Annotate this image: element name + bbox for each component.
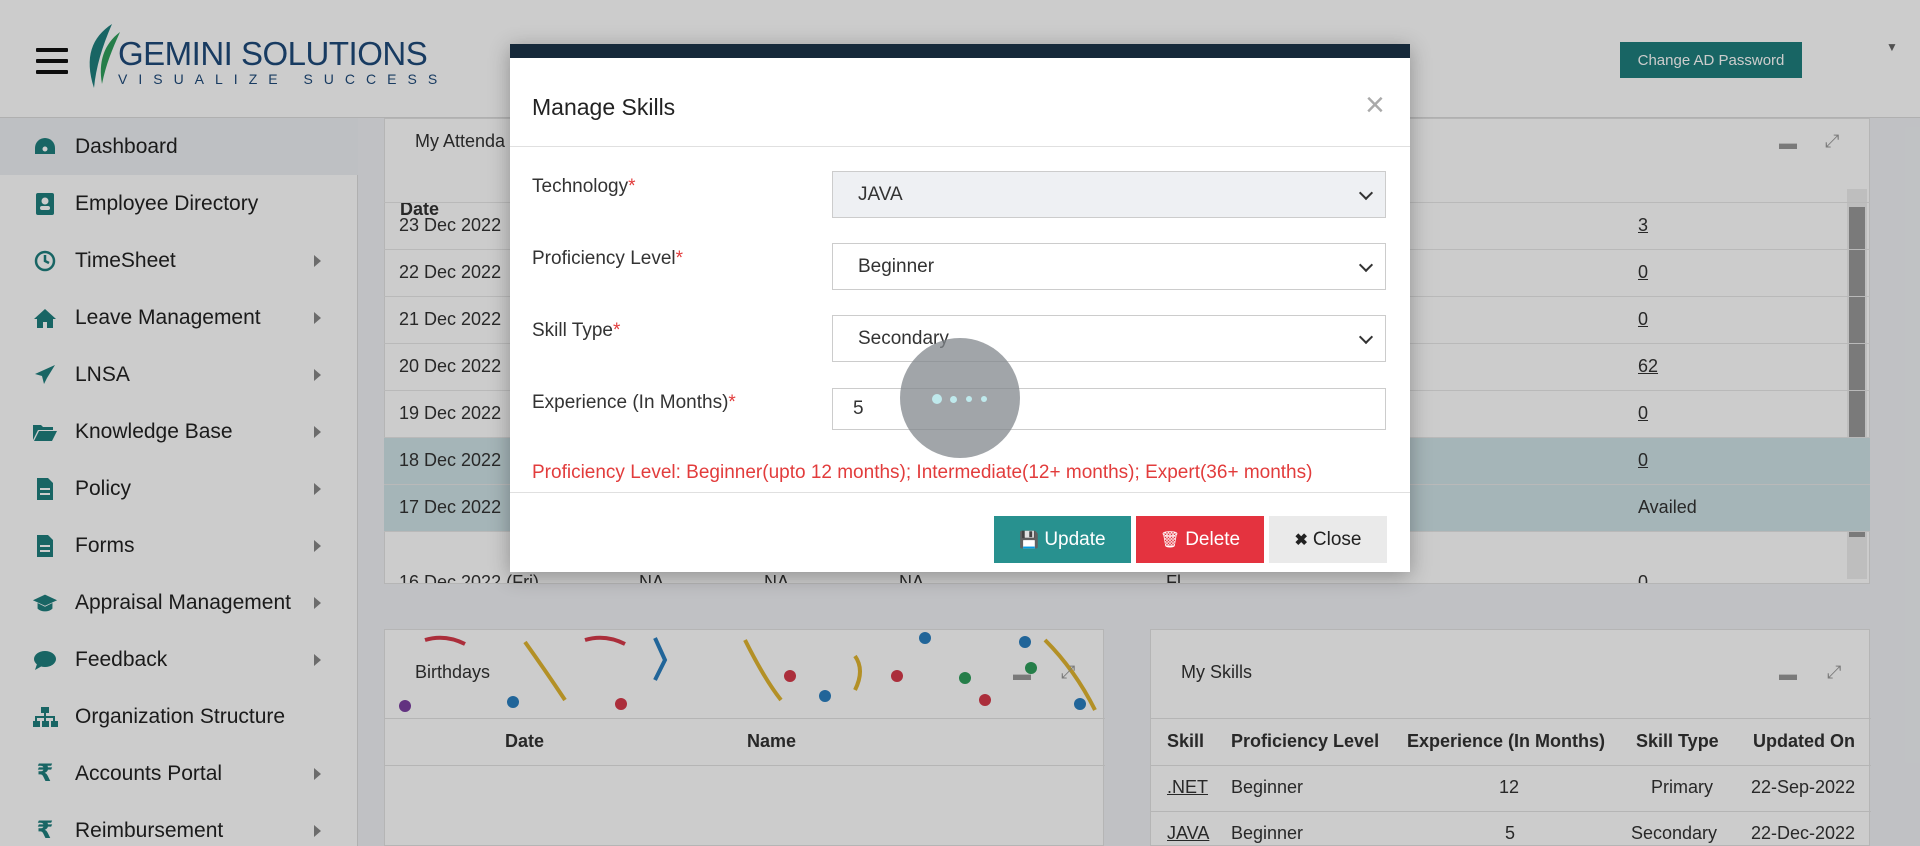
proficiency-level-label: Proficiency Level* xyxy=(532,248,684,269)
delete-button[interactable]: 🗑 Delete xyxy=(1136,516,1264,563)
chevron-down-icon xyxy=(1358,185,1374,201)
close-icon: ✖ xyxy=(1294,531,1308,549)
modal-title: Manage Skills xyxy=(532,94,676,120)
experience-label: Experience (In Months)* xyxy=(532,392,736,413)
skill-type-label: Skill Type* xyxy=(532,320,621,341)
update-button[interactable]: 💾 Update xyxy=(994,516,1131,563)
save-icon: 💾 xyxy=(1019,531,1040,549)
technology-select[interactable]: JAVA xyxy=(832,171,1386,218)
skill-type-select[interactable]: Secondary xyxy=(832,315,1386,362)
close-button[interactable]: ✖ Close xyxy=(1269,516,1387,563)
chevron-down-icon xyxy=(1358,257,1374,273)
close-icon[interactable]: × xyxy=(1365,88,1385,122)
technology-label: Technology* xyxy=(532,176,636,197)
chevron-down-icon xyxy=(1358,329,1374,345)
proficiency-level-select[interactable]: Beginner xyxy=(832,243,1386,290)
loading-spinner xyxy=(900,338,1020,458)
trash-icon: 🗑 xyxy=(1159,531,1181,549)
proficiency-hint: Proficiency Level: Beginner(upto 12 mont… xyxy=(532,462,1313,483)
manage-skills-modal: Manage Skills × Technology* JAVA Profici… xyxy=(510,44,1410,572)
